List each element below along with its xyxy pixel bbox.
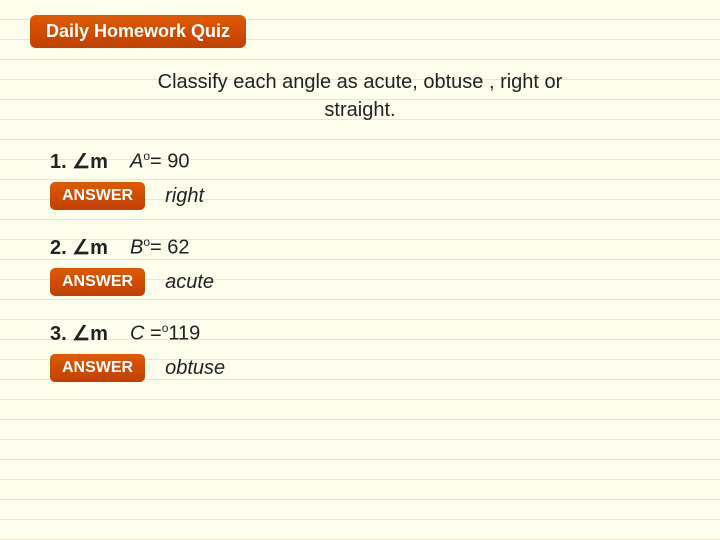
title-text: Daily Homework Quiz bbox=[46, 21, 230, 41]
answer-badge-3: ANSWER bbox=[50, 354, 145, 382]
answer-text-1: right bbox=[165, 185, 204, 208]
question-formula-1: Ao= 90 bbox=[130, 149, 190, 174]
question-number-3: 3. ∠m bbox=[50, 321, 130, 346]
header-line1: Classify each angle as acute, obtuse , r… bbox=[30, 68, 690, 96]
answer-badge-2: ANSWER bbox=[50, 268, 145, 296]
question-number-1: 1. ∠m bbox=[50, 149, 130, 174]
question-row-1: 1. ∠m Ao= 90 bbox=[30, 149, 690, 174]
answer-row-1: ANSWER right bbox=[30, 182, 690, 210]
answer-text-3: obtuse bbox=[165, 357, 225, 380]
question-number-2: 2. ∠m bbox=[50, 235, 130, 260]
answer-text-2: acute bbox=[165, 271, 214, 294]
question-formula-3: C =o119 bbox=[130, 321, 200, 346]
question-formula-2: Bo= 62 bbox=[130, 235, 190, 260]
question-header: Classify each angle as acute, obtuse , r… bbox=[30, 68, 690, 124]
question-row-3: 3. ∠m C =o119 bbox=[30, 321, 690, 346]
answer-badge-1: ANSWER bbox=[50, 182, 145, 210]
header-line2: straight. bbox=[30, 96, 690, 124]
answer-row-2: ANSWER acute bbox=[30, 268, 690, 296]
answer-row-3: ANSWER obtuse bbox=[30, 354, 690, 382]
question-row-2: 2. ∠m Bo= 62 bbox=[30, 235, 690, 260]
page-container: Daily Homework Quiz Classify each angle … bbox=[0, 0, 720, 422]
title-badge: Daily Homework Quiz bbox=[30, 15, 246, 48]
